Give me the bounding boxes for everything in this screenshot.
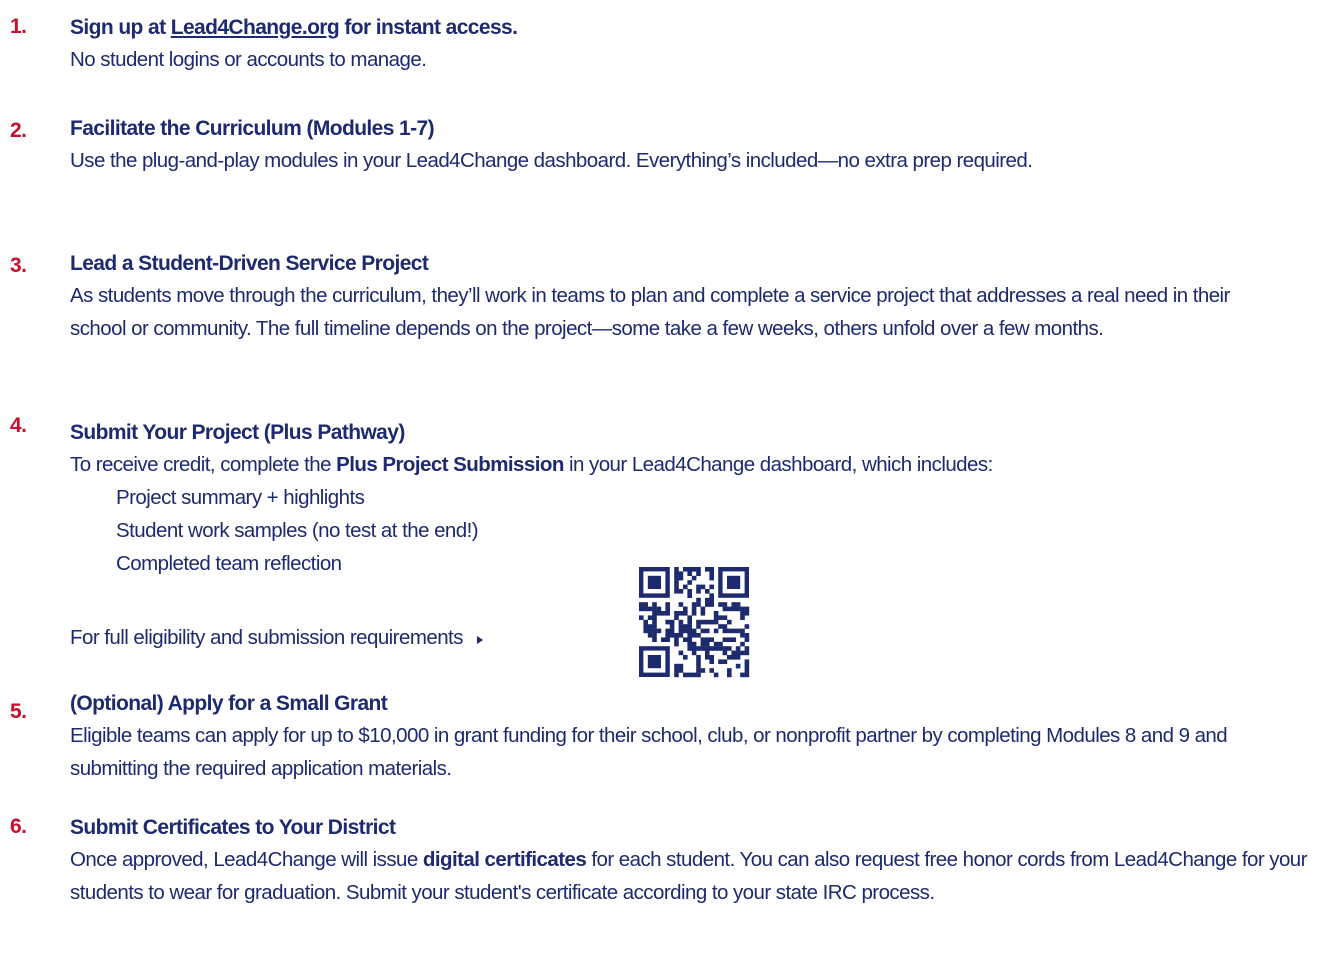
step-heading: Submit Your Project (Plus Pathway)	[70, 421, 405, 444]
step-heading: Lead a Student-Driven Service Project	[70, 252, 429, 275]
step-body: As students move through the curriculum,…	[70, 284, 1230, 340]
body-text: in your Lead4Change dashboard, which inc…	[563, 453, 993, 476]
digital-certificates-label: digital certificates	[422, 848, 587, 871]
step-heading: Facilitate the Curriculum (Modules 1-7)	[70, 117, 435, 140]
step-heading: Sign up at Lead4Change.org for instant a…	[70, 13, 1310, 43]
list-item: Student work samples (no test at the end…	[116, 519, 479, 542]
step-heading: Submit Certificates to Your District	[70, 816, 396, 839]
step-body: No student logins or accounts to manage.	[70, 48, 427, 71]
heading-text: for instant access.	[339, 16, 518, 39]
eligibility-link[interactable]: For full eligibility and submission requ…	[70, 621, 484, 655]
body-text: Once approved, Lead4Change will issue	[70, 848, 423, 871]
step-number: 4.	[10, 414, 27, 437]
step-number: 5.	[10, 700, 27, 723]
qr-code-icon[interactable]	[632, 560, 756, 682]
step-body: To receive credit, complete the Plus Pro…	[70, 448, 1310, 481]
list-item: Project summary + highlights	[116, 486, 365, 509]
step-heading: (Optional) Apply for a Small Grant	[70, 692, 388, 715]
step-body: Use the plug-and-play modules in your Le…	[70, 149, 1033, 172]
step-number: 6.	[10, 815, 27, 838]
step-body: Once approved, Lead4Change will issue di…	[70, 843, 1315, 909]
body-text: To receive credit, complete the	[70, 453, 337, 476]
step-number: 1.	[10, 15, 27, 38]
caret-right-icon	[476, 622, 484, 655]
heading-text: Sign up at	[70, 16, 171, 39]
step-number: 3.	[10, 254, 27, 277]
eligibility-text: For full eligibility and submission requ…	[70, 626, 463, 649]
lead4change-link[interactable]: Lead4Change.org	[171, 16, 340, 39]
step-body: Eligible teams can apply for up to $10,0…	[70, 724, 1228, 780]
plus-project-submission-label: Plus Project Submission	[336, 453, 564, 476]
step-number: 2.	[10, 119, 27, 142]
